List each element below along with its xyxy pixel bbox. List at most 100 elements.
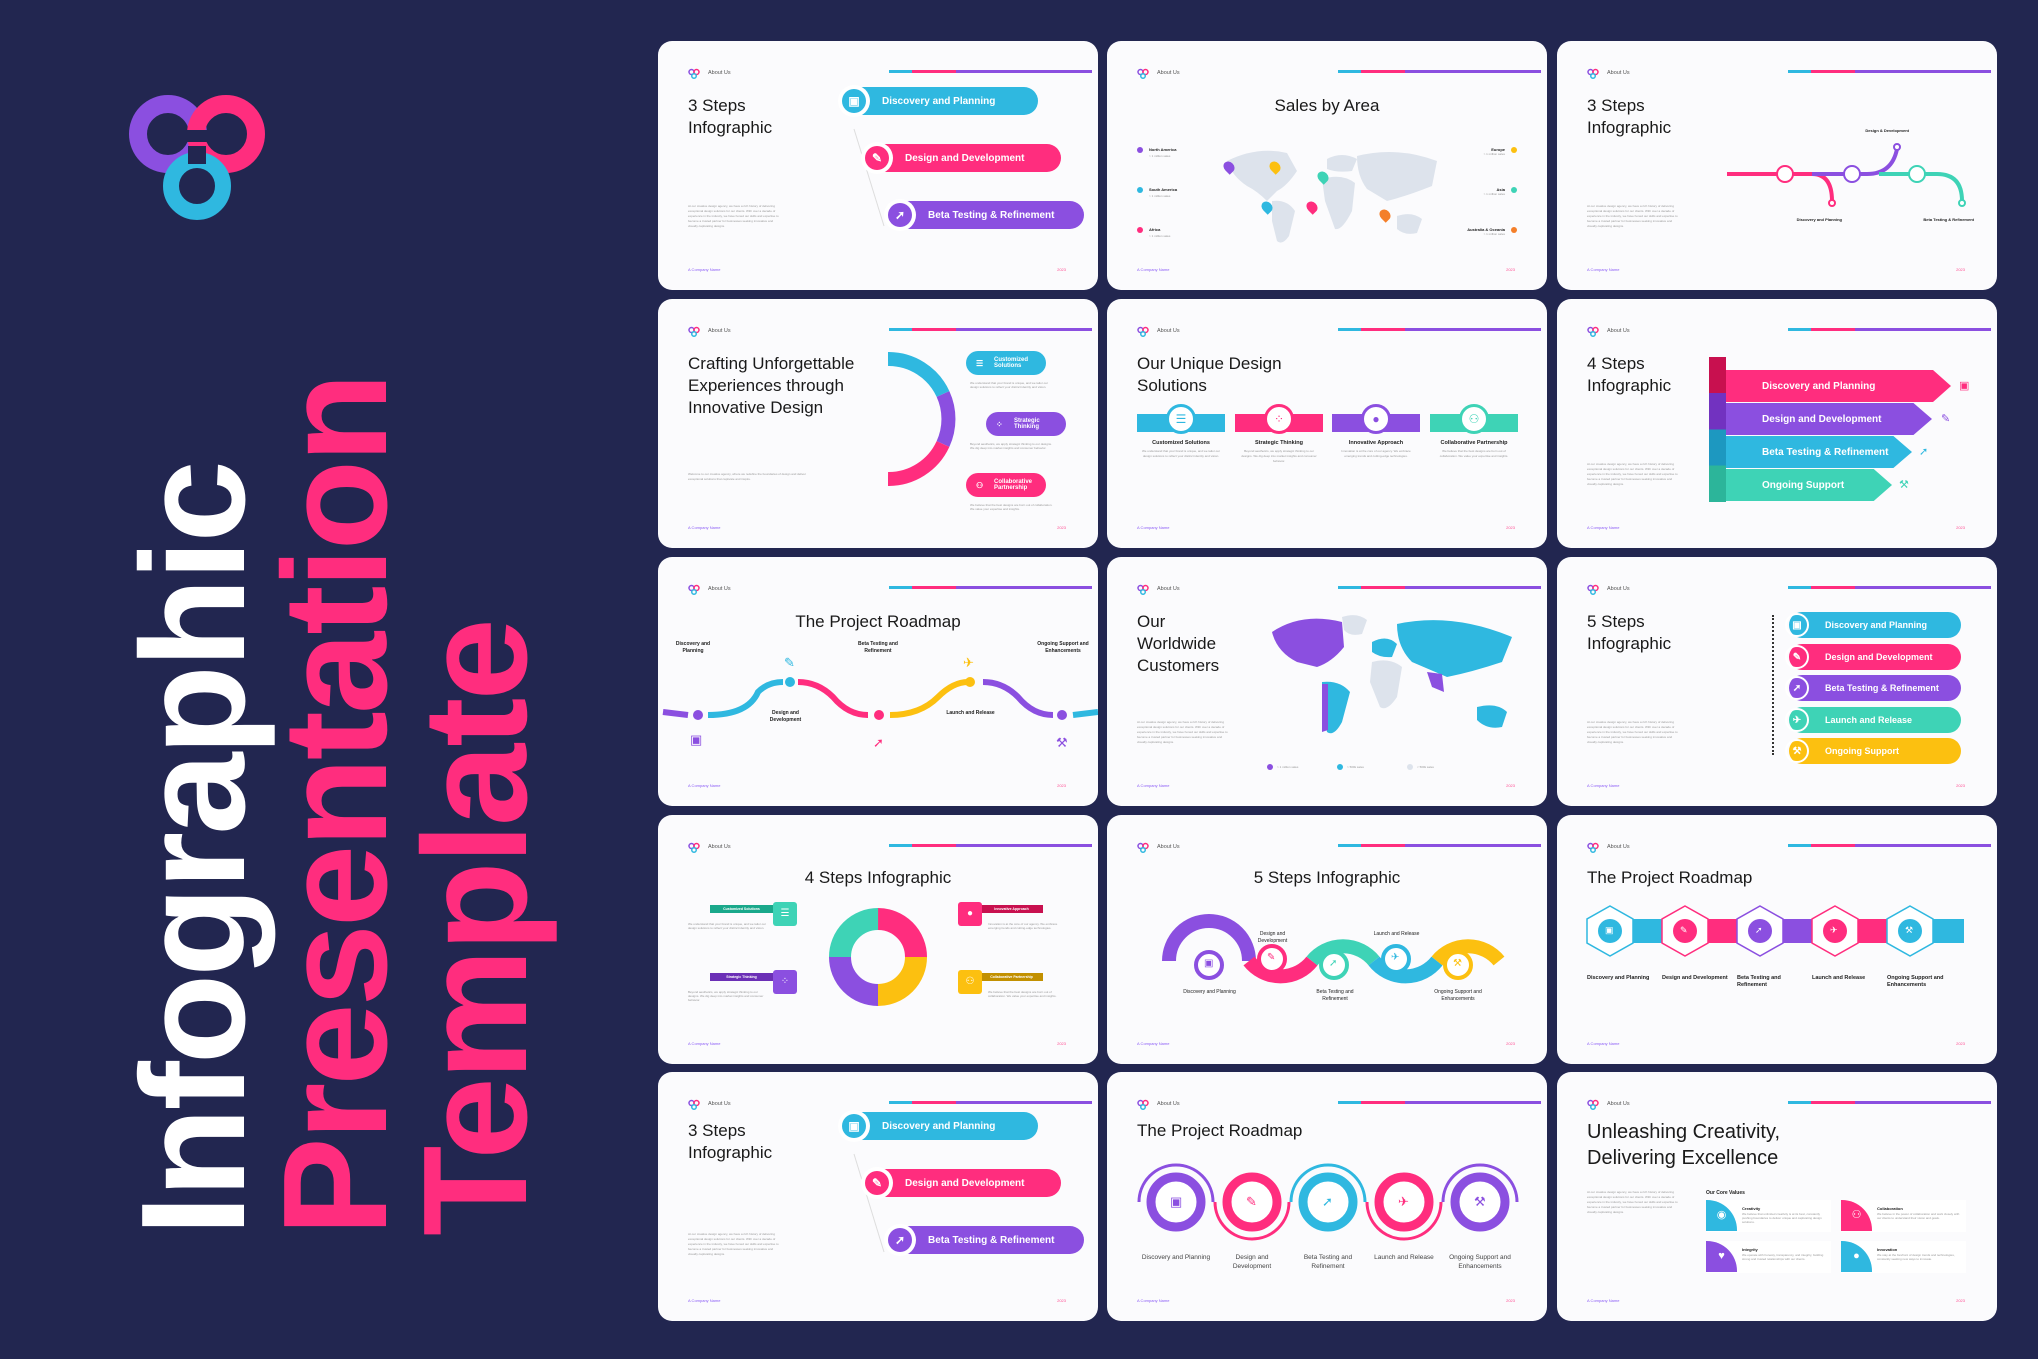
strategy-icon: ⁘: [773, 970, 797, 994]
mini-logo-icon: [1587, 1098, 1599, 1110]
cursor-click-icon: ➚: [1755, 925, 1763, 935]
wrench-icon: ⚒: [1785, 739, 1809, 763]
paint-brush-icon: ✎: [1680, 925, 1688, 935]
slide-thumbnail[interactable]: About Us The Project Roadmap ▣ ✎ ➚ ✈ ⚒ D…: [1557, 815, 1997, 1064]
paint-brush-icon: ✎: [1941, 413, 1951, 425]
footer-year: 2023: [1956, 267, 1965, 272]
slide-thumbnail[interactable]: About Us Our Worldwide Customers At our …: [1107, 557, 1547, 806]
slide-thumbnail[interactable]: About Us 5 Steps Infographic ▣ ✎ ➚ ✈ ⚒ D…: [1107, 815, 1547, 1064]
feature-text: We understand that your brand is unique,…: [970, 381, 1048, 389]
wrench-icon: ⚒: [1474, 1194, 1486, 1209]
document-search-icon: ▣: [838, 85, 870, 117]
slide-thumbnail[interactable]: About Us 3 Steps Infographic At our crea…: [1557, 41, 1997, 290]
roadmap-label: Launch and Release: [1812, 975, 1866, 981]
footer-company: A Company Name: [1587, 1298, 1620, 1303]
step-label: Beta Testing and Refinement: [1316, 989, 1354, 1002]
slide-title: Unleashing Creativity, Delivering Excell…: [1587, 1121, 1781, 1169]
donut-ring: [829, 908, 927, 1006]
paint-brush-icon: ✎: [861, 142, 893, 174]
footer-company: A Company Name: [1587, 525, 1620, 530]
rocket-icon: ✈: [963, 655, 974, 670]
step-label: Discovery and Planning: [1141, 1254, 1211, 1261]
footer-company: A Company Name: [1137, 1041, 1170, 1046]
wrench-icon: ⚒: [1453, 958, 1462, 969]
slide-thumbnail[interactable]: About Us Our Unique Design Solutions ☰ Cu…: [1107, 299, 1547, 548]
legend-item: Australia & Oceania > 1 million sales: [1447, 227, 1517, 236]
wrench-icon: ⚒: [1899, 479, 1909, 491]
document-search-icon: ▣: [1605, 925, 1614, 935]
header-rule: [889, 844, 1092, 847]
document-search-icon: ▣: [1959, 380, 1970, 392]
step-label: Launch and Release: [1373, 931, 1420, 937]
people-icon: ⚇: [1459, 404, 1489, 434]
roadmap-label: Beta Testing and Refinement: [858, 641, 898, 654]
footer-company: A Company Name: [688, 1041, 721, 1046]
step-arrow: Beta Testing & Refinement: [1726, 436, 1912, 468]
slide-thumbnail[interactable]: About Us Crafting Unforgettable Experien…: [658, 299, 1098, 548]
step-pill: ✎ Design and Development: [861, 142, 1061, 174]
step-pill: ✈ Launch and Release: [1785, 707, 1961, 733]
footer-year: 2023: [1506, 525, 1515, 530]
header-label: About Us: [1607, 328, 1630, 334]
item-text: Beyond aesthetics, we apply strategic th…: [688, 990, 764, 1002]
roadmap-label: Discovery and Planning: [675, 641, 711, 654]
value-card: ⚇ Collaboration We believe in the power …: [1841, 1200, 1966, 1232]
feature-pill: ⁘ Strategic Thinking: [986, 412, 1066, 436]
item-tag: Customized Solutions: [710, 905, 773, 913]
slide-thumbnail[interactable]: About Us 4 Steps Infographic Customized …: [658, 815, 1098, 1064]
slide-thumbnail[interactable]: About Us The Project Roadmap ▣ ✎ ➚ ✈ ⚒ D…: [1107, 1072, 1547, 1321]
footer-year: 2023: [1506, 267, 1515, 272]
solution-card: ☰ Customized Solutions We understand that …: [1137, 404, 1225, 459]
header-label: About Us: [1157, 586, 1180, 592]
header-label: About Us: [708, 844, 731, 850]
header-rule: [889, 328, 1092, 331]
step-pill: ▣ Discovery and Planning: [1785, 612, 1961, 638]
feature-text: Beyond aesthetics, we apply strategic th…: [970, 442, 1052, 450]
slide-thumbnail[interactable]: About Us 5 Steps Infographic At our crea…: [1557, 557, 1997, 806]
footer-year: 2023: [1506, 1298, 1515, 1303]
mini-logo-icon: [1137, 325, 1149, 337]
step-pill: ✎ Design and Development: [861, 1167, 1061, 1199]
strategy-icon: ⁘: [996, 419, 1003, 429]
slide-thumbnail[interactable]: About Us 4 Steps Infographic At our crea…: [1557, 299, 1997, 548]
step-pill: ▣ Discovery and Planning: [838, 85, 1038, 117]
section-label: Our Core Values: [1706, 1190, 1745, 1196]
footer-company: A Company Name: [1137, 1298, 1170, 1303]
roadmap-label: Design and Development: [1662, 975, 1728, 981]
step-label: Beta Testing & Refinement: [1923, 217, 1974, 222]
people-icon: ⚇: [976, 480, 984, 490]
step-label: Design & Development: [1865, 128, 1909, 133]
cursor-click-icon: ➚: [884, 199, 916, 231]
header-label: About Us: [1157, 328, 1180, 334]
item-tag: Collaborative Partnership: [980, 973, 1043, 981]
step-pill: ⚒ Ongoing Support: [1785, 738, 1961, 764]
slide-paragraph: At our creative design agency, we have a…: [1137, 720, 1228, 744]
header-rule: [1788, 1101, 1991, 1104]
step-pill: ➚ Beta Testing & Refinement: [884, 1224, 1084, 1256]
step-label: Design and Development: [1257, 931, 1288, 944]
value-card: ◉ Creativity We believe that unlimited c…: [1706, 1200, 1831, 1232]
slide-thumbnail[interactable]: About Us The Project Roadmap ▣ ✎ ➚ ✈ ⚒ D…: [658, 557, 1098, 806]
hero-title-line-2: Presentation: [253, 375, 418, 1236]
footer-company: A Company Name: [688, 525, 721, 530]
item-text: We believe that the best designs are bor…: [988, 990, 1057, 998]
handshake-icon: ♥: [1706, 1241, 1737, 1272]
slide-title: Our Unique Design Solutions: [1137, 354, 1282, 395]
arrow-side: [1709, 357, 1726, 502]
footer-company: A Company Name: [1587, 1041, 1620, 1046]
roadmap-label: Discovery and Planning: [1587, 975, 1650, 981]
slide-thumbnail[interactable]: About Us Sales by Area North America > 1 …: [1107, 41, 1547, 290]
item-text: We understand that your brand is unique,…: [688, 922, 766, 930]
feature-pill: ⚇ Collaborative Partnership: [966, 473, 1046, 497]
slide-thumbnail[interactable]: About Us Unleashing Creativity, Deliveri…: [1557, 1072, 1997, 1321]
mini-logo-icon: [688, 325, 700, 337]
checklist-icon: ☰: [773, 902, 797, 926]
paint-brush-icon: ✎: [1267, 952, 1276, 963]
cursor-click-icon: ➚: [1322, 1194, 1333, 1209]
slide-thumbnail[interactable]: About Us 3 Steps Infographic At our crea…: [658, 1072, 1098, 1321]
step-label: Beta Testing and Refinement: [1303, 1254, 1353, 1270]
slide-thumbnail[interactable]: About Us 3 Steps Infographic At our crea…: [658, 41, 1098, 290]
cursor-click-icon: ➚: [1919, 446, 1929, 458]
step-pill: ➚ Beta Testing & Refinement: [1785, 675, 1961, 701]
header-rule: [1338, 586, 1541, 589]
